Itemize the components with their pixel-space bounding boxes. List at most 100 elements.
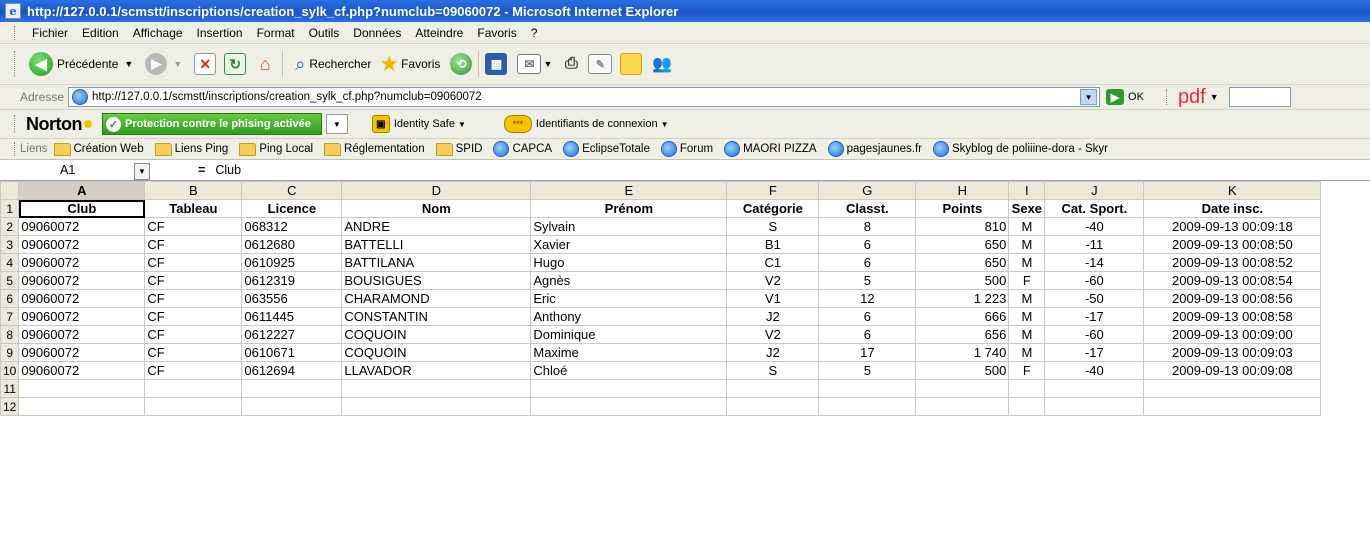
cell[interactable]: 500 [915, 271, 1010, 290]
menu-donnees[interactable]: Données [346, 26, 408, 40]
cell[interactable]: 2009-09-13 00:08:52 [1143, 253, 1322, 272]
cell[interactable]: 6 [818, 235, 917, 254]
cell-header[interactable]: Nom [341, 199, 532, 218]
mail-icon[interactable]: ✉ [517, 54, 542, 74]
cell[interactable]: M [1008, 289, 1046, 308]
cell[interactable]: 6 [818, 307, 917, 326]
print-icon[interactable]: ⎙ [560, 54, 582, 74]
cell[interactable] [530, 397, 728, 416]
cell[interactable]: V2 [726, 325, 820, 344]
cell[interactable]: -60 [1044, 271, 1145, 290]
cell[interactable]: ANDRE [341, 217, 532, 236]
cell[interactable]: 17 [818, 343, 917, 362]
cell[interactable]: COQUOIN [341, 325, 532, 344]
cell[interactable]: 650 [915, 253, 1010, 272]
phishing-protection-button[interactable]: ✓ Protection contre le phising activée [101, 113, 322, 135]
cell[interactable]: BOUSIGUES [341, 271, 532, 290]
cell[interactable]: 09060072 [18, 271, 146, 290]
cell[interactable]: -60 [1044, 325, 1145, 344]
cell[interactable]: COQUOIN [341, 343, 532, 362]
cell[interactable]: Sylvain [530, 217, 728, 236]
row-header[interactable]: 1 [0, 199, 20, 218]
address-input[interactable]: http://127.0.0.1/scmstt/inscriptions/cre… [68, 87, 1101, 107]
forward-dropdown-icon[interactable]: ▼ [173, 59, 182, 69]
row-header[interactable]: 8 [0, 325, 20, 344]
cell[interactable] [341, 379, 532, 398]
cell[interactable] [241, 397, 343, 416]
cell[interactable]: 09060072 [18, 307, 146, 326]
cell[interactable]: 0612694 [241, 361, 343, 380]
column-header-k[interactable]: K [1143, 181, 1322, 200]
menu-format[interactable]: Format [250, 26, 302, 40]
cell[interactable]: Maxime [530, 343, 728, 362]
cell[interactable]: S [726, 217, 820, 236]
cell[interactable] [1044, 397, 1145, 416]
cell[interactable]: 2009-09-13 00:09:00 [1143, 325, 1322, 344]
cell-header[interactable]: Tableau [144, 199, 243, 218]
cell[interactable] [1008, 397, 1046, 416]
cell-header[interactable]: Cat. Sport. [1044, 199, 1145, 218]
link-forum[interactable]: Forum [660, 141, 713, 157]
cell[interactable]: 6 [818, 253, 917, 272]
cell[interactable]: V1 [726, 289, 820, 308]
cell[interactable]: BATTILANA [341, 253, 532, 272]
forward-button[interactable]: ▶ ▼ [145, 53, 182, 75]
cell[interactable]: 09060072 [18, 289, 146, 308]
cell-header[interactable]: Date insc. [1143, 199, 1322, 218]
pdf-dropdown-icon[interactable]: ▼ [1210, 92, 1219, 102]
edit-icon[interactable]: ✎ [588, 54, 613, 74]
cell[interactable]: M [1008, 343, 1046, 362]
cell[interactable]: 1 223 [915, 289, 1010, 308]
cell[interactable]: J2 [726, 343, 820, 362]
row-header[interactable]: 12 [0, 397, 20, 416]
back-button[interactable]: ◀ Précédente ▼ [29, 52, 133, 76]
cell[interactable]: C1 [726, 253, 820, 272]
link-maori-pizza[interactable]: MAORI PIZZA [724, 141, 817, 157]
cell[interactable]: 666 [915, 307, 1010, 326]
identity-safe-button[interactable]: ▣ Identity Safe ▼ [371, 115, 466, 133]
select-all-corner[interactable] [0, 181, 20, 200]
formula-value[interactable]: Club [215, 163, 241, 177]
search-button[interactable]: ⌕ Rechercher [295, 54, 371, 75]
cell[interactable] [144, 379, 243, 398]
cell-header[interactable]: Club [18, 199, 146, 218]
row-header[interactable]: 3 [0, 235, 20, 254]
link-spid[interactable]: SPID [435, 142, 482, 156]
column-header-e[interactable]: E [530, 181, 728, 200]
cell[interactable]: CONSTANTIN [341, 307, 532, 326]
cell[interactable]: 5 [818, 271, 917, 290]
link-reglementation[interactable]: Réglementation [324, 142, 425, 156]
cell[interactable]: 09060072 [18, 235, 146, 254]
cell[interactable]: 1 740 [915, 343, 1010, 362]
cell[interactable] [915, 379, 1010, 398]
cell[interactable]: 068312 [241, 217, 343, 236]
cell[interactable]: Eric [530, 289, 728, 308]
column-header-a[interactable]: A [18, 181, 146, 200]
cell[interactable]: -11 [1044, 235, 1145, 254]
go-arrow-icon[interactable]: ▶ [1106, 89, 1125, 105]
row-header[interactable]: 9 [0, 343, 20, 362]
cell[interactable] [726, 397, 820, 416]
link-liens-ping[interactable]: Liens Ping [154, 142, 228, 156]
cell[interactable]: 0612680 [241, 235, 343, 254]
cell[interactable]: -40 [1044, 361, 1145, 380]
cell[interactable]: 0610925 [241, 253, 343, 272]
menu-help[interactable]: ? [524, 26, 545, 40]
column-header-c[interactable]: C [241, 181, 343, 200]
cell[interactable]: F [1008, 361, 1046, 380]
cell[interactable] [1143, 379, 1322, 398]
menu-favoris[interactable]: Favoris [470, 26, 523, 40]
pdf-input[interactable] [1228, 87, 1291, 107]
cell[interactable] [18, 379, 146, 398]
cell[interactable]: -40 [1044, 217, 1145, 236]
cell[interactable]: 0610671 [241, 343, 343, 362]
link-eclipsetotale[interactable]: EclipseTotale [563, 141, 650, 157]
row-header[interactable]: 6 [0, 289, 20, 308]
link-skyblog[interactable]: Skyblog de poliiine-dora - Skyr [933, 141, 1108, 157]
go-button[interactable]: OK [1128, 91, 1144, 103]
cell-header[interactable]: Points [915, 199, 1010, 218]
link-capca[interactable]: CAPCA [493, 141, 552, 157]
cell[interactable]: 09060072 [18, 325, 146, 344]
cell[interactable]: BATTELLI [341, 235, 532, 254]
cell[interactable]: -17 [1044, 343, 1145, 362]
